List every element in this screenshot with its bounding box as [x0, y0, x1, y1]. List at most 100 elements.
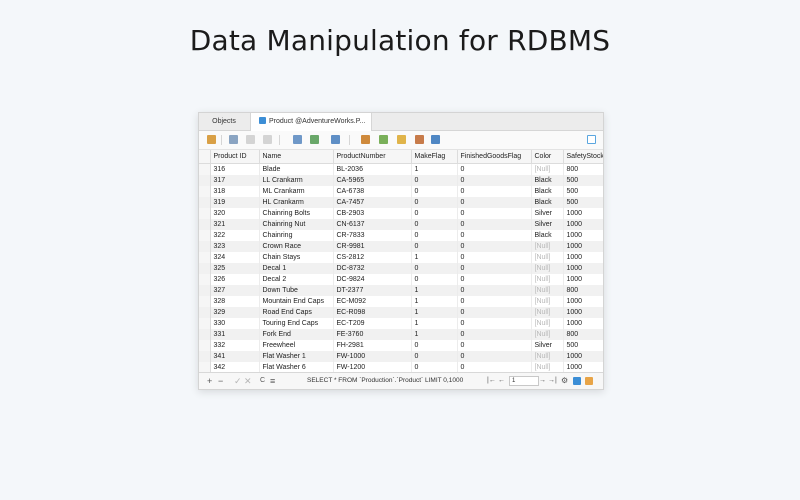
table-cell[interactable]: 0	[457, 351, 532, 362]
row-gutter[interactable]	[199, 197, 211, 208]
table-cell[interactable]: EC-T209	[333, 318, 412, 329]
table-cell[interactable]: 1000	[563, 241, 603, 252]
table-cell[interactable]: 342	[210, 362, 260, 372]
table-cell[interactable]: 1	[411, 163, 458, 175]
stop-button[interactable]: ≡	[270, 373, 275, 389]
column-header[interactable]: MakeFlag	[411, 150, 458, 164]
table-cell[interactable]: Chainring Nut	[259, 219, 334, 230]
table-cell[interactable]: 341	[210, 351, 260, 362]
table-cell[interactable]: BL-2036	[333, 163, 412, 175]
table-cell[interactable]: 1000	[563, 252, 603, 263]
grid-icon[interactable]	[331, 135, 340, 144]
table-row[interactable]: 331 Fork End FE-3760 1 0 [Null] 800	[199, 329, 603, 340]
table-row[interactable]: 320 Chainring Bolts CB-2903 0 0 Silver 1000	[199, 208, 603, 219]
row-gutter[interactable]	[199, 340, 211, 351]
table-cell[interactable]: [Null]	[531, 296, 564, 307]
table-cell[interactable]: 329	[210, 307, 260, 318]
table-cell[interactable]: 500	[563, 340, 603, 351]
table-cell[interactable]: [Null]	[531, 285, 564, 296]
table-row[interactable]: 322 Chainring CR-7833 0 0 Black 1000	[199, 230, 603, 241]
table-cell[interactable]: Decal 2	[259, 274, 334, 285]
table-cell[interactable]: 0	[457, 263, 532, 274]
table-cell[interactable]: 1000	[563, 263, 603, 274]
table-cell[interactable]: 0	[457, 274, 532, 285]
table-cell[interactable]: CR-7833	[333, 230, 412, 241]
begin-transaction-icon[interactable]	[207, 135, 216, 144]
table-cell[interactable]: 800	[563, 285, 603, 296]
import-icon[interactable]	[310, 135, 319, 144]
row-gutter[interactable]	[199, 175, 211, 186]
delete-record-button[interactable]: −	[218, 373, 223, 389]
row-gutter[interactable]	[199, 163, 211, 175]
table-cell[interactable]: [Null]	[531, 274, 564, 285]
table-cell[interactable]: 0	[457, 175, 532, 186]
table-cell[interactable]: 0	[457, 252, 532, 263]
table-cell[interactable]: 0	[411, 186, 458, 197]
table-cell[interactable]: 326	[210, 274, 260, 285]
table-cell[interactable]: Flat Washer 6	[259, 362, 334, 372]
table-cell[interactable]: FH-2981	[333, 340, 412, 351]
table-cell[interactable]: 1	[411, 329, 458, 340]
table-row[interactable]: 316 Blade BL-2036 1 0 [Null] 800	[199, 163, 603, 175]
table-cell[interactable]: Chainring Bolts	[259, 208, 334, 219]
table-cell[interactable]: 330	[210, 318, 260, 329]
table-cell[interactable]: Black	[531, 175, 564, 186]
refresh-button[interactable]: C	[260, 373, 265, 389]
row-gutter[interactable]	[199, 296, 211, 307]
table-cell[interactable]: 1	[411, 318, 458, 329]
edit-icon[interactable]	[293, 135, 302, 144]
column-header[interactable]: Product ID	[210, 150, 260, 164]
settings-icon[interactable]: ⚙	[561, 373, 568, 389]
table-cell[interactable]: 0	[457, 340, 532, 351]
table-cell[interactable]: [Null]	[531, 318, 564, 329]
table-cell[interactable]: LL Crankarm	[259, 175, 334, 186]
column-header[interactable]: Color	[531, 150, 564, 164]
table-cell[interactable]: Silver	[531, 340, 564, 351]
page-number-input[interactable]: 1	[509, 376, 539, 386]
table-cell[interactable]: CS-2812	[333, 252, 412, 263]
table-row[interactable]: 332 Freewheel FH-2981 0 0 Silver 500	[199, 340, 603, 351]
table-cell[interactable]: Decal 1	[259, 263, 334, 274]
table-cell[interactable]: Mountain End Caps	[259, 296, 334, 307]
table-cell[interactable]: 331	[210, 329, 260, 340]
table-cell[interactable]: 1	[411, 307, 458, 318]
table-cell[interactable]: Fork End	[259, 329, 334, 340]
table-cell[interactable]: HL Crankarm	[259, 197, 334, 208]
discard-changes-button[interactable]: ✕	[244, 373, 252, 389]
table-cell[interactable]: FW-1200	[333, 362, 412, 372]
table-cell[interactable]: DC-8732	[333, 263, 412, 274]
table-cell[interactable]: 500	[563, 197, 603, 208]
next-page-button[interactable]: →	[539, 373, 546, 389]
row-gutter[interactable]	[199, 241, 211, 252]
last-page-button[interactable]: →|	[548, 373, 557, 389]
table-cell[interactable]: 0	[457, 307, 532, 318]
table-cell[interactable]: CB-2903	[333, 208, 412, 219]
table-cell[interactable]: 0	[411, 230, 458, 241]
row-gutter[interactable]	[199, 252, 211, 263]
table-cell[interactable]: 800	[563, 329, 603, 340]
sort-icon[interactable]	[263, 135, 272, 144]
table-cell[interactable]: CA-5965	[333, 175, 412, 186]
table-cell[interactable]: 500	[563, 186, 603, 197]
table-row[interactable]: 329 Road End Caps EC-R098 1 0 [Null] 1000	[199, 307, 603, 318]
table-cell[interactable]: 322	[210, 230, 260, 241]
table-cell[interactable]: CA-7457	[333, 197, 412, 208]
table-cell[interactable]: 0	[457, 186, 532, 197]
table-cell[interactable]: Silver	[531, 208, 564, 219]
table-cell[interactable]: FE-3760	[333, 329, 412, 340]
form-view-icon[interactable]	[585, 377, 593, 385]
table-cell[interactable]: [Null]	[531, 263, 564, 274]
table-cell[interactable]: Silver	[531, 219, 564, 230]
table-cell[interactable]: 0	[411, 362, 458, 372]
table-cell[interactable]: Black	[531, 230, 564, 241]
tab-objects[interactable]: Objects	[199, 113, 249, 130]
table-cell[interactable]: DT-2377	[333, 285, 412, 296]
table-row[interactable]: 325 Decal 1 DC-8732 0 0 [Null] 1000	[199, 263, 603, 274]
table-cell[interactable]: 325	[210, 263, 260, 274]
table-cell[interactable]: 1000	[563, 318, 603, 329]
table-cell[interactable]: [Null]	[531, 252, 564, 263]
table-cell[interactable]: [Null]	[531, 307, 564, 318]
table-cell[interactable]: 0	[411, 340, 458, 351]
table-cell[interactable]: 1000	[563, 351, 603, 362]
table-cell[interactable]: 319	[210, 197, 260, 208]
